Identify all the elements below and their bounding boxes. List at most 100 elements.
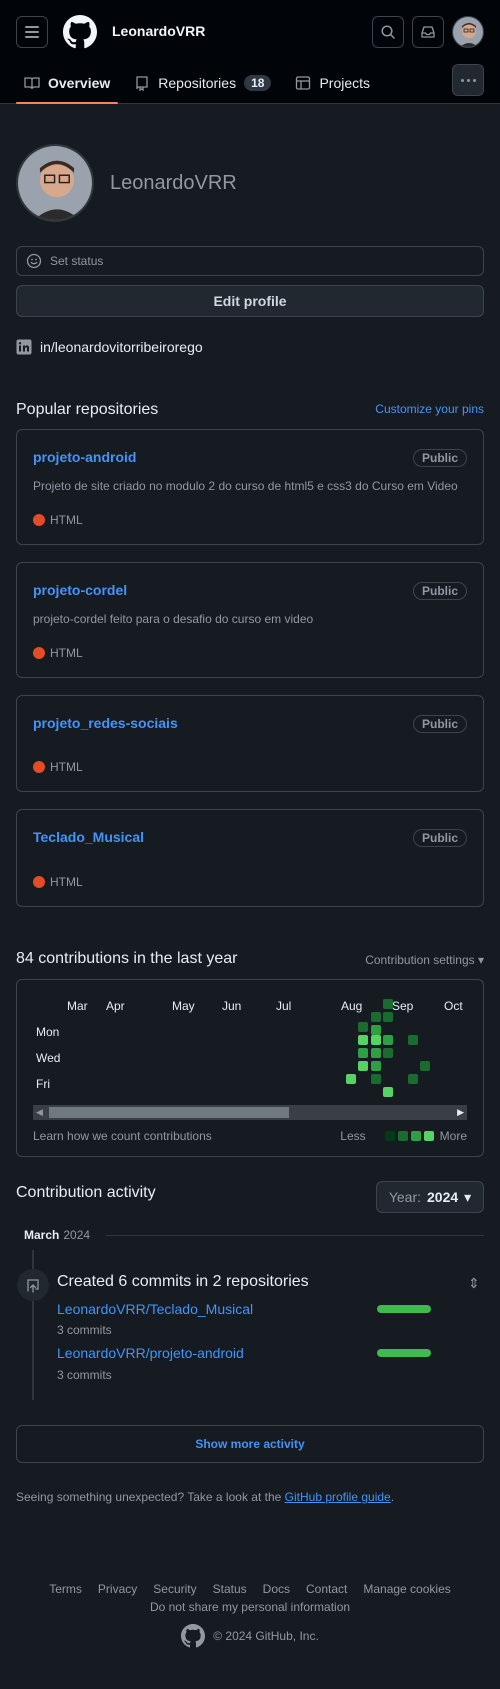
activity-month-year: 2024 [63,1228,91,1242]
profile-guide-note: Seeing something unexpected? Take a look… [16,1490,394,1504]
profile-tabs: Overview Repositories 18 Projects [16,62,386,104]
activity-month-header: March 2024 [24,1228,484,1242]
contribution-cell[interactable] [371,1061,381,1071]
contribution-cell[interactable] [371,1048,381,1058]
linkedin-link[interactable]: in/leonardovitorribeirorego [16,339,203,355]
profile-avatar[interactable] [16,144,94,222]
footer-link-privacy[interactable]: Privacy [98,1582,137,1596]
activity-repo-link[interactable]: LeonardoVRR/Teclado_Musical [57,1301,253,1317]
footer-link-docs[interactable]: Docs [263,1582,290,1596]
commit-bar [377,1305,431,1313]
footer-copyright: © 2024 GitHub, Inc. [0,1624,500,1648]
contribution-cell[interactable] [383,999,393,1009]
repo-link[interactable]: projeto-android [33,449,136,465]
avatar-icon [18,146,92,220]
activity-repo-link[interactable]: LeonardoVRR/projeto-android [57,1345,244,1361]
set-status-label: Set status [50,254,104,268]
repo-link[interactable]: projeto-cordel [33,582,127,598]
search-button[interactable] [372,16,404,48]
set-status-button[interactable]: Set status [16,246,484,276]
do-not-share-link[interactable]: Do not share my personal information [0,1600,500,1614]
tab-projects-label: Projects [319,75,371,91]
footer-link-manage-cookies[interactable]: Manage cookies [363,1582,450,1596]
hamburger-menu-button[interactable] [16,16,48,48]
legend-level-1 [384,1131,395,1141]
tab-projects[interactable]: Projects [287,62,378,104]
header-username[interactable]: LeonardoVRR [112,23,205,39]
visibility-badge: Public [412,449,467,467]
contribution-cell[interactable] [383,1012,393,1022]
language-color-dot [33,647,45,659]
customize-pins-link[interactable]: Customize your pins [375,402,484,416]
activity-commits-link[interactable]: 3 commits [57,1368,112,1382]
contribution-cell[interactable] [408,1035,418,1045]
commit-icon [17,1269,49,1301]
fold-icon[interactable]: ⇕ [468,1275,480,1292]
month-label: Sep [392,999,414,1013]
top-header: LeonardoVRR Overview Repositories 18 Pro… [0,0,500,104]
tab-overview[interactable]: Overview [16,62,119,104]
repo-icon [136,76,148,91]
repo-card: projeto-android Public Projeto de site c… [16,429,484,545]
day-label: Fri [36,1077,50,1091]
show-more-activity-button[interactable]: Show more activity [16,1425,484,1463]
tab-overview-label: Overview [48,75,111,91]
repo-link[interactable]: projeto_redes-sociais [33,715,178,731]
contribution-cell[interactable] [371,1025,381,1035]
month-label: Jun [222,999,242,1013]
tab-repositories[interactable]: Repositories 18 [126,62,279,104]
scrollbar-thumb[interactable] [49,1107,289,1118]
contribution-cell[interactable] [358,1022,368,1032]
contribution-cell[interactable] [383,1087,393,1097]
legend-level-2 [397,1131,408,1141]
book-icon [24,77,40,90]
contribution-cell[interactable] [346,1074,356,1084]
contribution-activity-title: Contribution activity [16,1184,156,1201]
scroll-left-icon[interactable]: ◀ [36,1107,43,1118]
github-logo-icon[interactable] [181,1624,206,1648]
footer-link-security[interactable]: Security [153,1582,196,1596]
contribution-cell[interactable] [371,1035,381,1045]
contribution-cell[interactable] [420,1061,430,1071]
contribution-cell[interactable] [383,1035,393,1045]
smiley-icon [26,253,42,269]
scroll-right-icon[interactable]: ▶ [457,1107,464,1118]
copyright-text: © 2024 GitHub, Inc. [213,1629,319,1643]
contribution-cell[interactable] [371,1074,381,1084]
profile-guide-link[interactable]: GitHub profile guide [285,1490,391,1504]
contribution-cell[interactable] [408,1074,418,1084]
contribution-cell[interactable] [358,1035,368,1045]
footer-link-contact[interactable]: Contact [306,1582,347,1596]
contribution-cell[interactable] [358,1048,368,1058]
contribution-legend: Less More [340,1129,467,1143]
graph-scrollbar[interactable]: ◀ ▶ [33,1105,467,1120]
table-icon [296,76,311,90]
repo-link[interactable]: Teclado_Musical [33,829,144,845]
more-options-button[interactable] [452,64,484,96]
year-select-button[interactable]: Year: 2024 ▾ [376,1181,484,1213]
footer-links: Terms Privacy Security Status Docs Conta… [0,1582,500,1596]
tab-repositories-label: Repositories [158,75,237,91]
contribution-cell[interactable] [371,1012,381,1022]
user-avatar-button[interactable] [452,16,484,48]
contribution-cell[interactable] [383,1048,393,1058]
inbox-button[interactable] [412,16,444,48]
footer-link-terms[interactable]: Terms [49,1582,82,1596]
edit-profile-button[interactable]: Edit profile [16,285,484,317]
repo-card: Teclado_Musical Public HTML [16,809,484,907]
legend-less: Less [340,1129,366,1143]
learn-contributions-link[interactable]: Learn how we count contributions [33,1129,212,1143]
repo-language: HTML [33,646,83,660]
month-label: Apr [106,999,125,1013]
contributions-title: 84 contributions in the last year [16,950,238,967]
activity-commits-link[interactable]: 3 commits [57,1323,112,1337]
contribution-cell[interactable] [358,1061,368,1071]
github-logo-icon[interactable] [63,15,97,49]
contribution-settings-dropdown[interactable]: Contribution settings ▾ [365,953,484,967]
language-label: HTML [50,875,83,889]
footer-link-status[interactable]: Status [213,1582,247,1596]
language-label: HTML [50,760,83,774]
activity-month: March [24,1228,60,1242]
legend-level-4 [423,1131,434,1141]
month-label: Oct [444,999,463,1013]
